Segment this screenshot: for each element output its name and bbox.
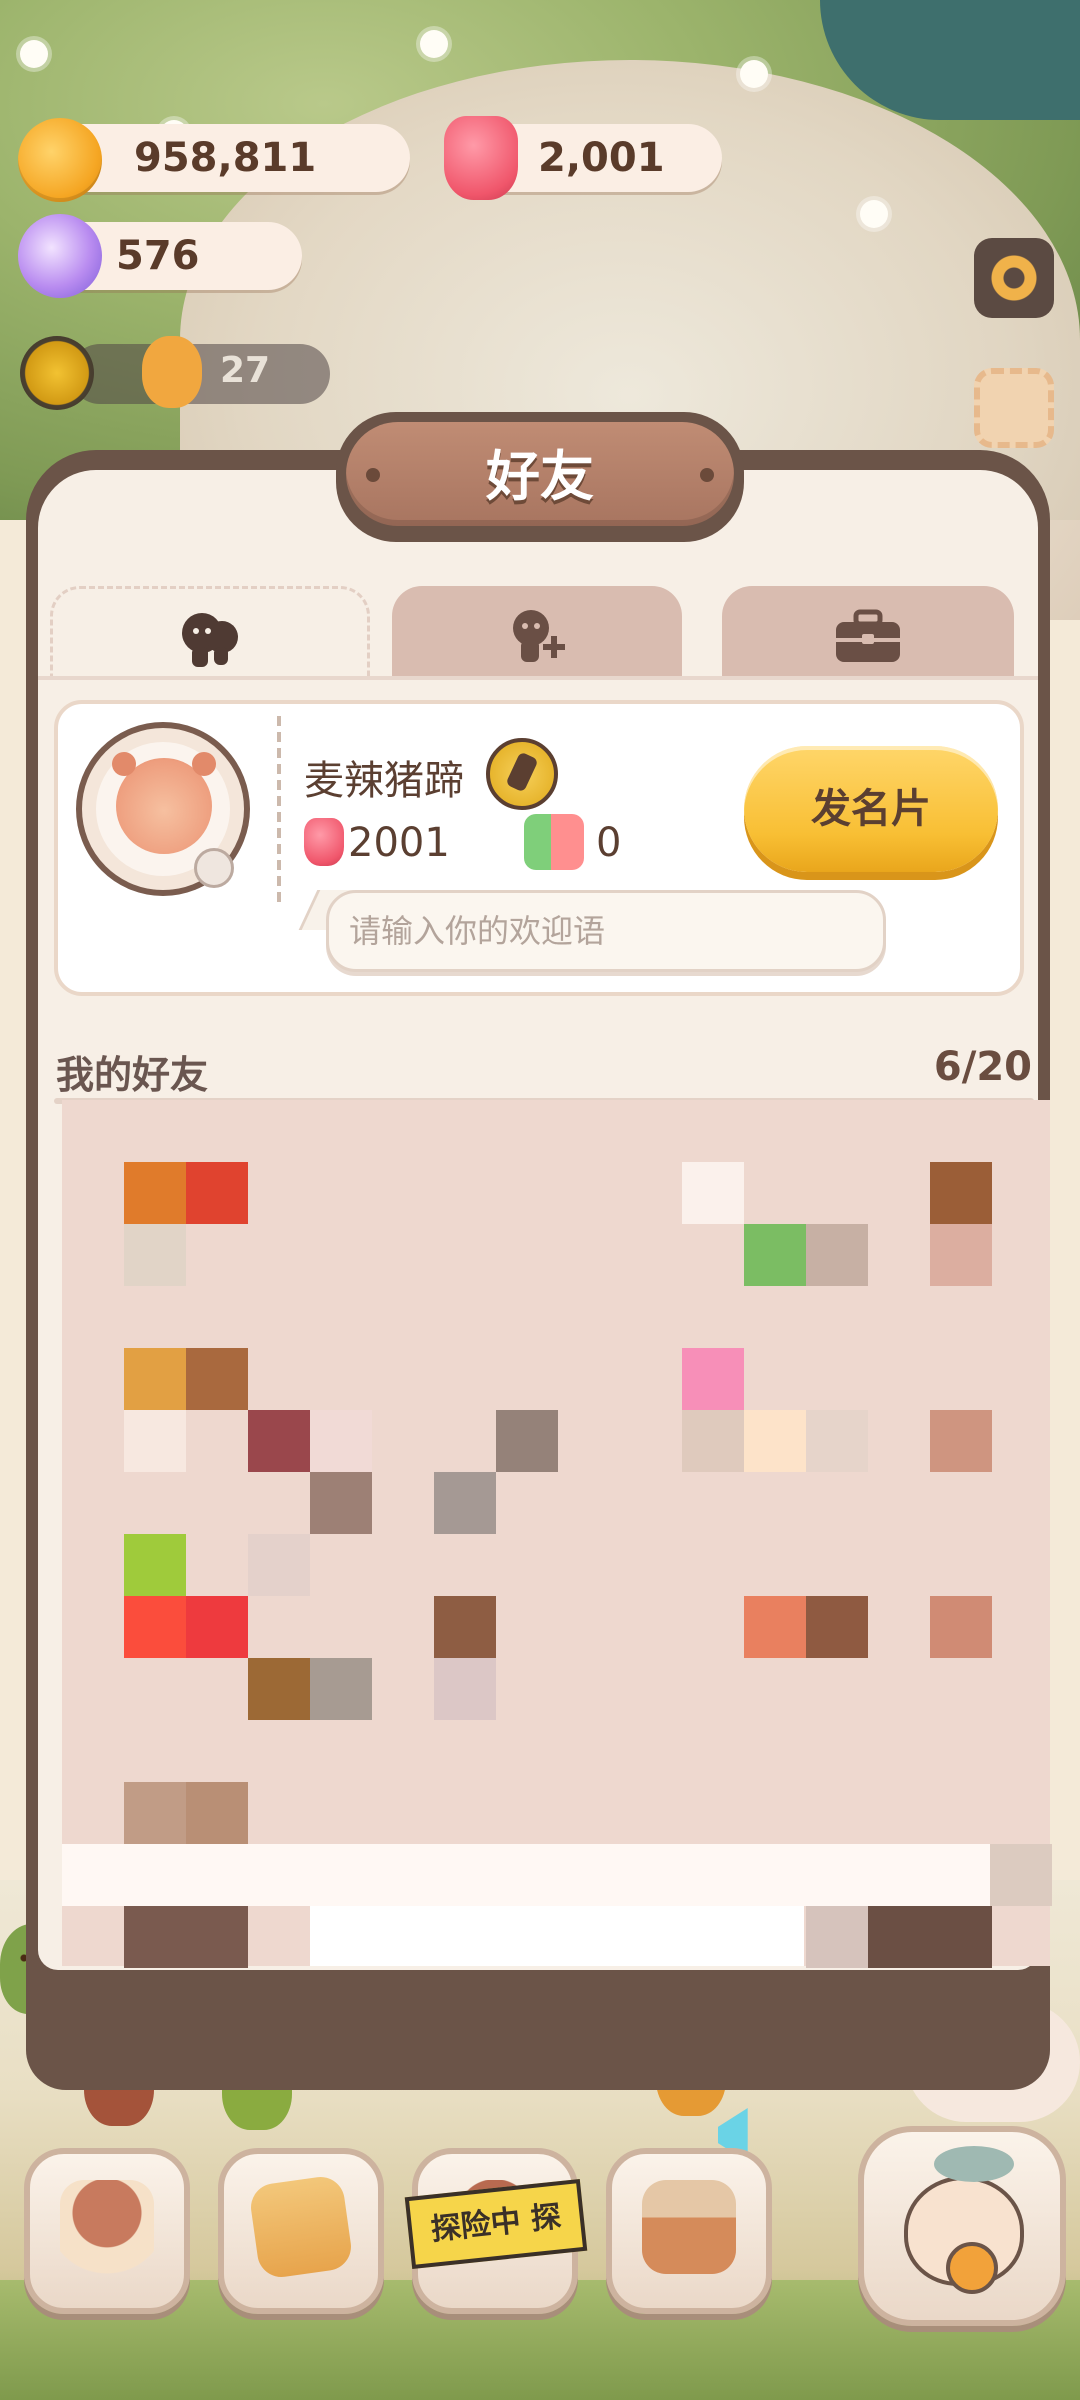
pixel-block — [310, 1658, 372, 1720]
pig-ear — [112, 752, 136, 776]
pixel-block — [124, 1162, 186, 1224]
friends-list-title: 我的好友 — [56, 1053, 209, 1097]
greeting-input[interactable] — [326, 890, 886, 972]
pixel-block — [186, 1782, 248, 1844]
tab-add-friend[interactable] — [392, 586, 682, 678]
order-board-icon — [247, 2173, 355, 2281]
jelly-stat-icon — [304, 818, 344, 866]
friends-count: 6/20 — [933, 1044, 1032, 1090]
pixel-block — [682, 1348, 744, 1410]
like-gift-icon — [524, 814, 584, 870]
pixel-block — [124, 1782, 186, 1844]
briefcase-icon — [836, 609, 900, 662]
fish-icon — [934, 2146, 1014, 2182]
nav-build-button[interactable] — [24, 2148, 190, 2314]
pixel-block — [434, 1596, 496, 1658]
pixel-block — [930, 1410, 992, 1472]
pixel-block — [434, 1472, 496, 1534]
flower-decoration — [20, 40, 48, 68]
clock-icon — [946, 2242, 998, 2294]
pixel-block — [930, 1162, 992, 1224]
pixel-block — [310, 1472, 372, 1534]
pixel-block — [806, 1596, 868, 1658]
likes-stat-value: 0 — [596, 820, 622, 866]
pixel-block — [434, 1658, 496, 1720]
player-nickname: 麦辣猪蹄 — [304, 758, 464, 804]
crystal-count: 576 — [116, 233, 200, 279]
pixel-block — [124, 1906, 186, 1968]
pixel-block — [186, 1596, 248, 1658]
pixel-block — [868, 1906, 930, 1968]
pixel-block — [806, 1410, 868, 1472]
tab-friends[interactable] — [50, 586, 370, 678]
pixel-block — [124, 1534, 186, 1596]
crystal-candy-icon — [18, 214, 102, 298]
panel-title-plaque: 好友 — [336, 412, 744, 542]
pixel-block — [930, 1224, 992, 1286]
panel-title: 好友 — [486, 445, 594, 508]
pixel-block — [124, 1596, 186, 1658]
jelly-count: 2,001 — [538, 135, 665, 181]
pixel-block — [744, 1224, 806, 1286]
pixel-block — [744, 1596, 806, 1658]
nav-shop-button[interactable] — [606, 2148, 772, 2314]
jelly-stat-value: 2001 — [348, 820, 450, 866]
pixel-block — [248, 1534, 310, 1596]
flower-decoration — [420, 30, 448, 58]
sun-icon[interactable] — [20, 336, 94, 410]
pixel-block — [496, 1410, 558, 1472]
tab-divider — [38, 676, 1038, 680]
send-card-button[interactable]: 发名片 — [744, 746, 998, 872]
change-avatar-icon[interactable] — [194, 848, 234, 888]
shop-stall-icon — [642, 2180, 736, 2274]
pixel-block — [682, 1410, 744, 1472]
pixel-block — [248, 1658, 310, 1720]
pixel-block — [990, 1844, 1052, 1906]
pixel-block — [744, 1410, 806, 1472]
add-friend-icon — [513, 610, 565, 662]
pixel-block — [310, 1410, 372, 1472]
jelly-icon — [444, 116, 518, 200]
pixel-block — [682, 1162, 744, 1224]
nav-seal-mascot-button[interactable] — [858, 2126, 1066, 2326]
pixel-block — [186, 1162, 248, 1224]
pixel-block — [186, 1906, 248, 1968]
nav-orders-button[interactable] — [218, 2148, 384, 2314]
pixel-block — [248, 1410, 310, 1472]
pixel-band — [62, 1844, 990, 1906]
edit-name-badge-icon[interactable] — [486, 738, 558, 810]
stamp-card-icon[interactable] — [974, 368, 1054, 448]
pixel-block — [124, 1224, 186, 1286]
pixel-block — [806, 1224, 868, 1286]
tab-briefcase[interactable] — [722, 586, 1014, 678]
pixel-block — [930, 1596, 992, 1658]
mushroom-house-icon — [60, 2180, 154, 2274]
pixel-block — [186, 1348, 248, 1410]
pixel-block — [124, 1348, 186, 1410]
cookie-coin-icon — [18, 118, 102, 202]
friends-list-pixelated[interactable] — [62, 1100, 1052, 1968]
cookie-worker-icon — [142, 336, 202, 408]
settings-gear-icon[interactable] — [974, 238, 1054, 318]
flower-decoration — [860, 200, 888, 228]
pixel-band — [310, 1906, 804, 1966]
pixel-block — [806, 1906, 868, 1968]
energy-count: 27 — [220, 350, 271, 391]
pixel-block — [930, 1906, 992, 1968]
flower-decoration — [740, 60, 768, 88]
pixel-block — [124, 1410, 186, 1472]
pig-ear — [192, 752, 216, 776]
profile-divider — [277, 716, 281, 906]
friends-icon — [182, 613, 238, 667]
cookie-count: 958,811 — [134, 135, 317, 181]
